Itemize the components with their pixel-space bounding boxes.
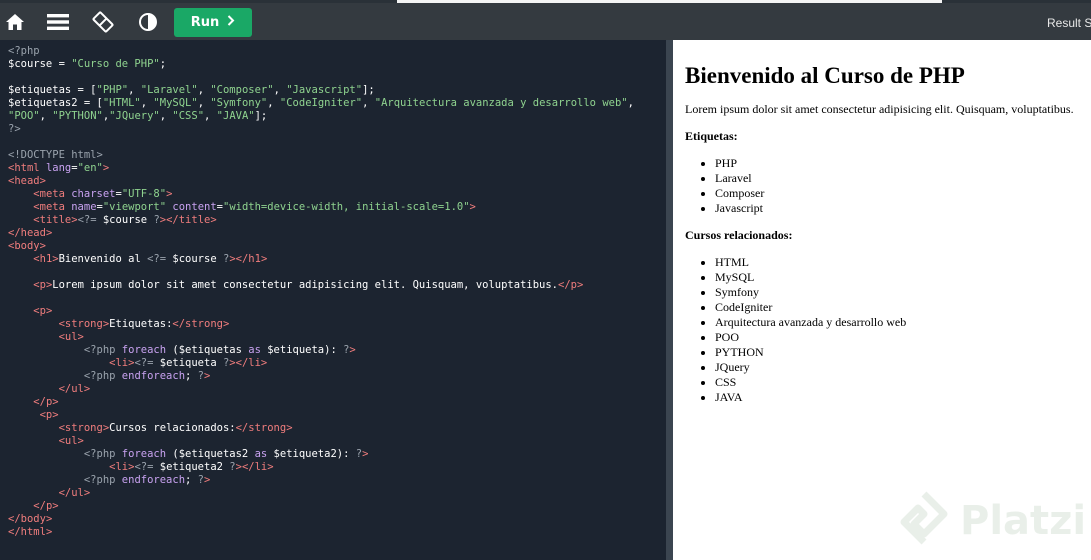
etiquetas-list: PHPLaravelComposerJavascript <box>685 156 1079 216</box>
code-line[interactable]: </html> <box>8 526 52 538</box>
code-line[interactable]: <body> <box>8 240 46 252</box>
curso-item: JQuery <box>715 360 1079 375</box>
result-heading: Bienvenido al Curso de PHP <box>685 63 965 88</box>
theme-contrast-icon[interactable] <box>133 7 163 37</box>
result-intro: Lorem ipsum dolor sit amet consectetur a… <box>685 102 1074 116</box>
code-editor[interactable]: <?php $course = "Curso de PHP"; $etiquet… <box>0 40 666 560</box>
result-pane: Bienvenido al Curso de PHP Lorem ipsum d… <box>673 40 1091 560</box>
code-content[interactable]: <?php $course = "Curso de PHP"; $etiquet… <box>0 40 666 539</box>
curso-item: MySQL <box>715 270 1079 285</box>
code-line[interactable]: <h1>Bienvenido al <?= $course ?></h1> <box>8 253 267 265</box>
code-line[interactable]: "POO", "PYTHON","JQuery", "CSS", "JAVA"]… <box>8 110 267 122</box>
code-line[interactable]: <ul> <box>8 435 84 447</box>
code-line[interactable]: </p> <box>8 396 58 408</box>
toolbar: Run Result Si <box>0 3 1091 40</box>
code-line[interactable]: <li><?= $etiqueta ?></li> <box>8 357 267 369</box>
cursos-label: Cursos relacionados: <box>685 228 793 242</box>
curso-item: Arquitectura avanzada y desarrollo web <box>715 315 1079 330</box>
etiqueta-item: Laravel <box>715 171 1079 186</box>
code-line[interactable]: $etiquetas2 = ["HTML", "MySQL", "Symfony… <box>8 97 634 109</box>
etiqueta-item: PHP <box>715 156 1079 171</box>
home-icon[interactable] <box>0 7 30 37</box>
code-line[interactable]: <head> <box>8 175 46 187</box>
code-line[interactable]: <li><?= $etiqueta2 ?></li> <box>8 461 273 473</box>
layout-toggle-icon[interactable] <box>88 7 118 37</box>
code-line[interactable]: <?php endforeach; ?> <box>8 474 210 486</box>
curso-item: POO <box>715 330 1079 345</box>
curso-item: CSS <box>715 375 1079 390</box>
curso-item: HTML <box>715 255 1079 270</box>
code-line[interactable]: <html lang="en"> <box>8 162 109 174</box>
code-line[interactable]: <strong>Etiquetas:</strong> <box>8 318 230 330</box>
code-line[interactable]: <strong>Cursos relacionados:</strong> <box>8 422 293 434</box>
code-line[interactable]: </p> <box>8 500 58 512</box>
code-line[interactable]: <p> <box>8 305 52 317</box>
code-line[interactable]: </ul> <box>8 383 91 395</box>
code-line[interactable]: <p>Lorem ipsum dolor sit amet consectetu… <box>8 279 583 291</box>
etiqueta-item: Composer <box>715 186 1079 201</box>
curso-item: PYTHON <box>715 345 1079 360</box>
code-line[interactable]: <ul> <box>8 331 84 343</box>
curso-item: Symfony <box>715 285 1079 300</box>
code-line[interactable]: <title><?= $course ?></title> <box>8 214 216 226</box>
code-line[interactable]: <?php foreach ($etiquetas as $etiqueta):… <box>8 344 356 356</box>
etiquetas-label: Etiquetas: <box>685 129 738 143</box>
code-line[interactable]: $course = "Curso de PHP"; <box>8 58 166 70</box>
code-line[interactable]: $etiquetas = ["PHP", "Laravel", "Compose… <box>8 84 375 96</box>
code-line[interactable]: </head> <box>8 227 52 239</box>
etiqueta-item: Javascript <box>715 201 1079 216</box>
result-tab[interactable]: Result Si <box>1047 16 1091 30</box>
code-line[interactable]: </body> <box>8 513 52 525</box>
code-line[interactable]: <?php <box>8 45 40 57</box>
run-button-label: Run <box>190 15 220 30</box>
code-line[interactable]: <meta name="viewport" content="width=dev… <box>8 201 476 213</box>
code-line[interactable]: <meta charset="UTF-8"> <box>8 188 172 200</box>
curso-item: CodeIgniter <box>715 300 1079 315</box>
code-line[interactable]: <!DOCTYPE html> <box>8 149 103 161</box>
menu-icon[interactable] <box>43 7 73 37</box>
run-button[interactable]: Run <box>174 8 252 37</box>
cursos-list: HTMLMySQLSymfonyCodeIgniterArquitectura … <box>685 255 1079 405</box>
code-line[interactable]: <?php endforeach; ?> <box>8 370 210 382</box>
code-line[interactable]: ?> <box>8 123 21 135</box>
code-line[interactable]: </ul> <box>8 487 91 499</box>
curso-item: JAVA <box>715 390 1079 405</box>
chevron-right-icon <box>227 15 235 30</box>
pane-resize-handle[interactable] <box>666 40 673 560</box>
code-line[interactable]: <p> <box>8 409 59 421</box>
code-line[interactable]: <?php foreach ($etiquetas2 as $etiqueta2… <box>8 448 369 460</box>
